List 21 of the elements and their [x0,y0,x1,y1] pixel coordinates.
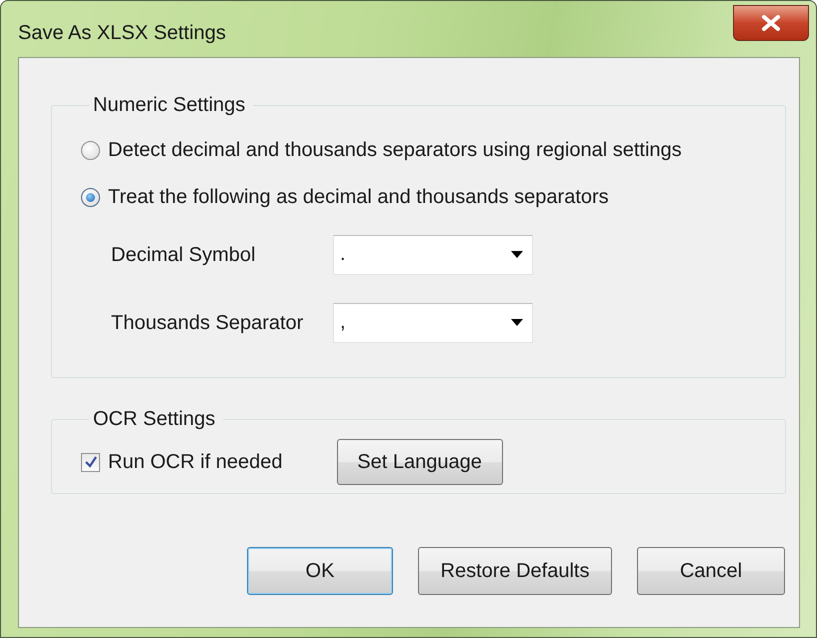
field-label: Thousands Separator [111,312,304,334]
radio-button[interactable] [81,188,100,207]
dropdown-field[interactable]: . [333,235,533,275]
dropdown-field[interactable]: , [333,303,533,343]
checkbox-label: Run OCR if needed [108,450,283,474]
group-title: Numeric Settings [92,94,246,117]
window-title: Save As XLSX Settings [18,22,226,45]
radio-button[interactable] [81,141,100,160]
dialog-button[interactable]: Cancel [637,547,785,595]
close-icon [761,15,781,31]
dialog-button[interactable]: OK [247,547,393,595]
dropdown-arrow-icon [511,250,523,258]
dialog-button[interactable]: Restore Defaults [418,547,612,595]
radio-label: Detect decimal and thousands separators using regional settings [108,139,682,162]
field-label: Decimal Symbol [111,244,256,266]
close-button[interactable] [733,5,809,41]
group-title: OCR Settings [92,408,216,431]
set-language-button[interactable]: Set Language [336,439,503,485]
radio-label: Treat the following as decimal and thousands separators [108,186,609,209]
checkbox[interactable] [81,452,100,472]
dropdown-arrow-icon [511,318,523,326]
